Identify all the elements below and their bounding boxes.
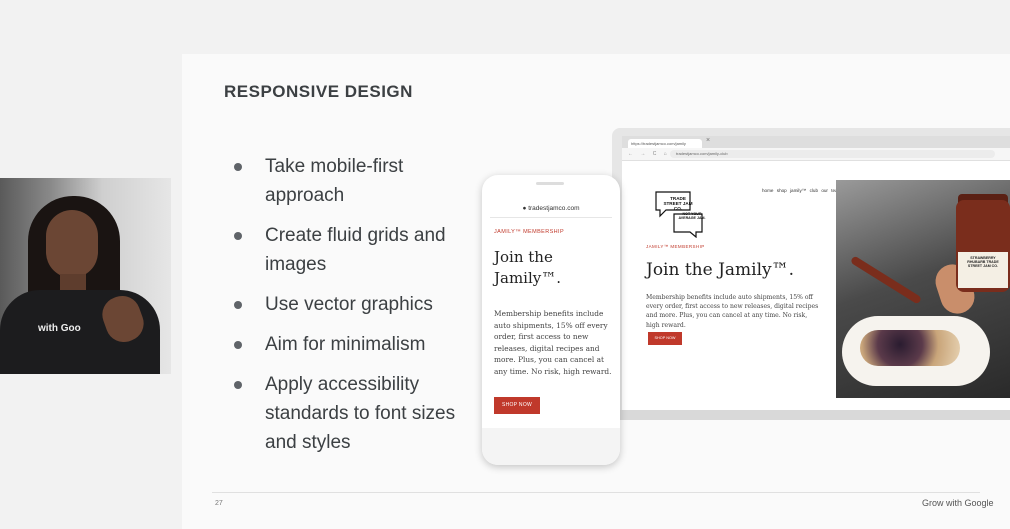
phone-shop-now-button: SHOP NOW [494, 397, 540, 414]
shirt-text: with Goo [38, 323, 81, 334]
webcam-video: with Goo [0, 178, 171, 374]
laptop-screen: https://tradestjamco.com/jamily × ← → C … [622, 136, 1010, 410]
jar-label-text: STRAWBERRY RHUBARB TRADE STREET JAM CO. [967, 256, 999, 269]
bullet-item: Take mobile-first approach [234, 152, 474, 210]
browser-address-bar: ← → C ⌂ tradestjamco.com/jamily-club [622, 148, 1010, 161]
presenter-face [46, 210, 98, 278]
bullet-text: Aim for minimalism [265, 334, 426, 355]
bullet-dot-icon [234, 232, 242, 240]
logo-text: TRADE STREET JAM CO. [663, 196, 693, 211]
food-image [860, 330, 960, 366]
phone-home-area [482, 428, 620, 465]
site-nav: home shop jamily™ club our team [762, 188, 842, 193]
slide-title: RESPONSIVE DESIGN [224, 82, 413, 101]
phone-url: ● tradestjamco.com [522, 205, 580, 212]
bullet-item: Apply accessibility standards to font si… [234, 370, 474, 457]
new-tab-icon: × [706, 137, 711, 144]
hero-body: Membership benefits include auto shipmen… [646, 294, 819, 329]
phone-heading: Join the Jamily™. [494, 248, 562, 287]
phone-mockup: ● tradestjamco.com JAMILY™ MEMBERSHIP Jo… [482, 175, 620, 465]
hero-heading: Join the Jamily™. [646, 260, 795, 280]
laptop-mockup: https://tradestjamco.com/jamily × ← → C … [612, 128, 1010, 420]
url-field: tradestjamco.com/jamily-club [670, 150, 995, 158]
phone-body: Membership benefits include auto shipmen… [494, 309, 612, 376]
phone-url-divider [490, 217, 612, 218]
membership-kicker: JAMILY™ MEMBERSHIP [646, 244, 705, 249]
browser-tab-bar: https://tradestjamco.com/jamily × [622, 136, 1010, 148]
shop-now-button: SHOP NOW [648, 332, 682, 345]
bullet-text: Use vector graphics [265, 294, 433, 315]
bullet-list: Take mobile-first approach Create fluid … [234, 152, 474, 468]
bullet-item: Aim for minimalism [234, 330, 474, 359]
bullet-item: Create fluid grids and images [234, 221, 474, 279]
brand-logo: Grow with Google [922, 498, 994, 508]
browser-tab: https://tradestjamco.com/jamily [628, 139, 702, 148]
bullet-text: Create fluid grids and images [265, 225, 446, 275]
hero-photo: STRAWBERRY RHUBARB TRADE STREET JAM CO. [836, 180, 1010, 398]
phone-membership-kicker: JAMILY™ MEMBERSHIP [494, 229, 565, 235]
logo-badge-text: NOT YOUR AVERAGE JAM. [678, 212, 706, 220]
bullet-dot-icon [234, 341, 242, 349]
bullet-dot-icon [234, 163, 242, 171]
bullet-item: Use vector graphics [234, 290, 474, 319]
bullet-dot-icon [234, 301, 242, 309]
bullet-text: Take mobile-first approach [265, 156, 404, 206]
page-number: 27 [215, 500, 223, 507]
bullet-text: Apply accessibility standards to font si… [265, 374, 456, 453]
footer-divider [212, 492, 980, 493]
phone-speaker [536, 182, 564, 185]
laptop-base [612, 410, 1010, 420]
bullet-dot-icon [234, 381, 242, 389]
browser-nav-icons: ← → C ⌂ [628, 151, 670, 157]
